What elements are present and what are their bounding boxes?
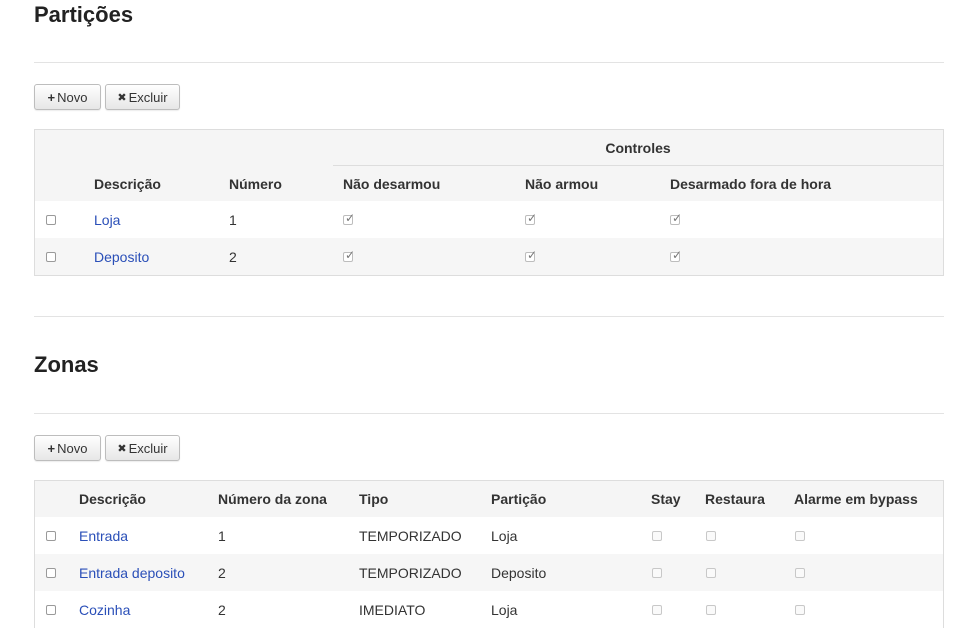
- row-select-checkbox[interactable]: [46, 604, 56, 615]
- particoes-delete-button[interactable]: ✖ Excluir: [105, 84, 180, 110]
- col-alarme-bypass[interactable]: Alarme em bypass: [794, 481, 918, 517]
- desarmado-fora-hora-check-icon: ✓: [670, 247, 683, 262]
- table-row: Entrada 1 TEMPORIZADO Loja: [35, 517, 943, 554]
- row-particao: Loja: [491, 527, 518, 544]
- stay-checkbox: [652, 530, 662, 541]
- row-descricao-link[interactable]: Loja: [94, 201, 120, 238]
- desarmado-fora-hora-check-icon: ✓: [670, 210, 683, 225]
- col-desarmado-fora-hora[interactable]: Desarmado fora de hora: [670, 166, 831, 201]
- particoes-table: Controles Descrição Número Não desarmou …: [34, 129, 944, 276]
- restaura-checkbox: [706, 604, 716, 615]
- row-particao: Deposito: [491, 564, 547, 581]
- row-tipo: IMEDIATO: [359, 601, 426, 618]
- stay-checkbox: [652, 567, 662, 578]
- new-label: Novo: [57, 89, 88, 105]
- row-select-checkbox[interactable]: [46, 214, 56, 225]
- row-descricao-link[interactable]: Entrada deposito: [79, 554, 185, 591]
- row-descricao-link[interactable]: Deposito: [94, 238, 149, 275]
- delete-label: Excluir: [128, 440, 168, 456]
- col-numero-zona[interactable]: Número da zona: [218, 481, 327, 517]
- particoes-title: Partições: [34, 2, 134, 27]
- nao-armou-check-icon: ✓: [525, 210, 538, 225]
- table-row: Deposito 2 ✓ ✓ ✓: [35, 238, 943, 275]
- table-row: Loja 1 ✓ ✓ ✓: [35, 201, 943, 238]
- col-particao[interactable]: Partição: [491, 481, 546, 517]
- table-row: Entrada deposito 2 TEMPORIZADO Deposito: [35, 554, 943, 591]
- divider: [34, 413, 944, 414]
- row-numero-zona: 1: [218, 527, 226, 544]
- row-tipo: TEMPORIZADO: [359, 527, 462, 544]
- plus-icon: +: [47, 440, 56, 456]
- times-icon: ✖: [117, 442, 127, 455]
- restaura-checkbox: [706, 567, 716, 578]
- row-select-checkbox[interactable]: [46, 530, 56, 541]
- row-tipo: TEMPORIZADO: [359, 564, 462, 581]
- group-header-controles: Controles: [605, 140, 671, 156]
- row-numero-zona: 2: [218, 601, 226, 618]
- divider: [34, 316, 944, 317]
- restaura-checkbox: [706, 530, 716, 541]
- zonas-delete-button[interactable]: ✖ Excluir: [105, 435, 180, 461]
- times-icon: ✖: [117, 91, 127, 104]
- stay-checkbox: [652, 604, 662, 615]
- nao-armou-check-icon: ✓: [525, 247, 538, 262]
- new-label: Novo: [57, 440, 88, 456]
- alarme-bypass-checkbox: [795, 567, 805, 578]
- row-select-checkbox[interactable]: [46, 251, 56, 262]
- row-descricao-link[interactable]: Cozinha: [79, 591, 130, 628]
- divider: [34, 62, 944, 63]
- row-numero: 2: [229, 248, 237, 265]
- col-nao-desarmou[interactable]: Não desarmou: [343, 166, 440, 201]
- row-select-checkbox[interactable]: [46, 567, 56, 578]
- col-restaura[interactable]: Restaura: [705, 481, 765, 517]
- col-stay[interactable]: Stay: [651, 481, 681, 517]
- table-header: Controles Descrição Número Não desarmou …: [35, 130, 943, 201]
- particoes-new-button[interactable]: + Novo: [34, 84, 101, 110]
- alarme-bypass-checkbox: [795, 530, 805, 541]
- col-numero[interactable]: Número: [229, 166, 282, 201]
- nao-desarmou-check-icon: ✓: [343, 247, 356, 262]
- col-descricao[interactable]: Descrição: [94, 166, 161, 201]
- col-descricao[interactable]: Descrição: [79, 481, 146, 517]
- row-particao: Loja: [491, 601, 518, 618]
- row-descricao-link[interactable]: Entrada: [79, 517, 128, 554]
- table-header: Descrição Número da zona Tipo Partição S…: [35, 481, 943, 517]
- col-nao-armou[interactable]: Não armou: [525, 166, 598, 201]
- table-row: Cozinha 2 IMEDIATO Loja: [35, 591, 943, 628]
- zonas-title: Zonas: [34, 352, 99, 377]
- row-numero-zona: 2: [218, 564, 226, 581]
- alarme-bypass-checkbox: [795, 604, 805, 615]
- plus-icon: +: [47, 89, 56, 105]
- zonas-table: Descrição Número da zona Tipo Partição S…: [34, 480, 944, 628]
- row-numero: 1: [229, 211, 237, 228]
- delete-label: Excluir: [128, 89, 168, 105]
- col-tipo[interactable]: Tipo: [359, 481, 388, 517]
- nao-desarmou-check-icon: ✓: [343, 210, 356, 225]
- zonas-new-button[interactable]: + Novo: [34, 435, 101, 461]
